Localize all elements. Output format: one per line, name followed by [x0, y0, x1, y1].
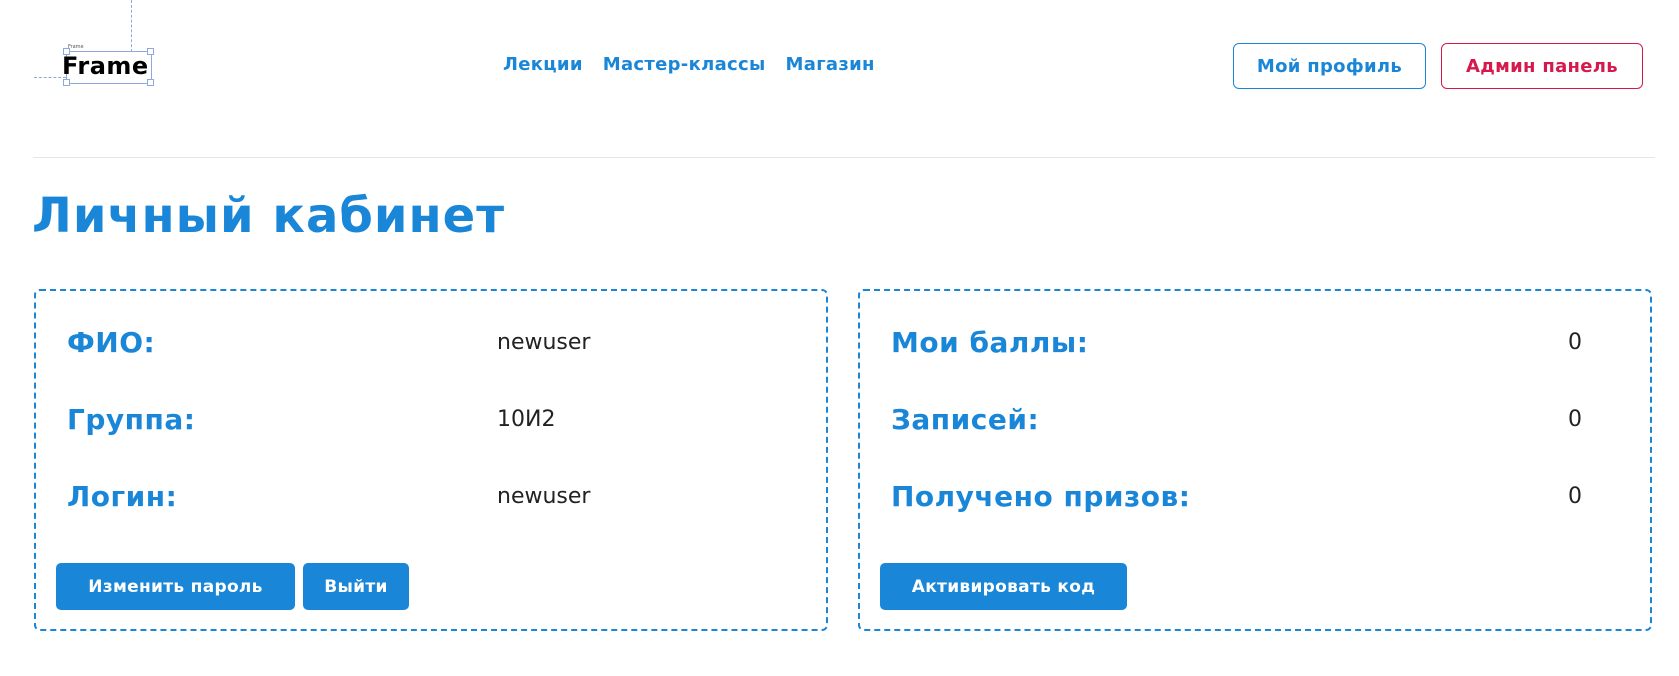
nav-link-masterclasses[interactable]: Мастер-классы — [603, 54, 766, 75]
my-profile-button[interactable]: Мой профиль — [1233, 43, 1426, 89]
nav-link-lectures[interactable]: Лекции — [503, 54, 583, 75]
logo-handle — [63, 79, 70, 86]
admin-panel-button[interactable]: Админ панель — [1441, 43, 1643, 89]
page-title: Личный кабинет — [32, 188, 506, 244]
logo-tiny-label: Frame — [68, 44, 84, 50]
user-info-card: ФИО: newuser Группа: 10И2 Логин: newuser… — [34, 289, 828, 631]
stat-value: 0 — [1568, 330, 1582, 355]
stats-card: Мои баллы: 0 Записей: 0 Получено призов:… — [858, 289, 1652, 631]
stat-value: 0 — [1568, 484, 1582, 509]
activate-code-button[interactable]: Активировать код — [880, 563, 1127, 610]
info-value: newuser — [497, 330, 591, 355]
stat-value: 0 — [1568, 407, 1582, 432]
nav-link-shop[interactable]: Магазин — [786, 54, 875, 75]
main-nav: Лекции Мастер-классы Магазин — [503, 54, 875, 75]
logo-handle — [147, 79, 154, 86]
info-label: ФИО: — [67, 326, 156, 359]
info-label: Логин: — [67, 480, 178, 513]
stat-label: Получено призов: — [891, 480, 1191, 513]
stat-label: Мои баллы: — [891, 326, 1089, 359]
header-divider — [33, 157, 1655, 158]
header: Frame Frame Лекции Мастер-классы Магазин… — [0, 0, 1679, 160]
logo[interactable]: Frame Frame — [34, 0, 174, 90]
change-password-button[interactable]: Изменить пароль — [56, 563, 295, 610]
info-value: newuser — [497, 484, 591, 509]
info-label: Группа: — [67, 403, 196, 436]
logo-guide-vertical — [131, 0, 132, 52]
stat-label: Записей: — [891, 403, 1040, 436]
info-value: 10И2 — [497, 407, 556, 432]
logout-button[interactable]: Выйти — [303, 563, 409, 610]
logo-text: Frame — [62, 52, 149, 80]
